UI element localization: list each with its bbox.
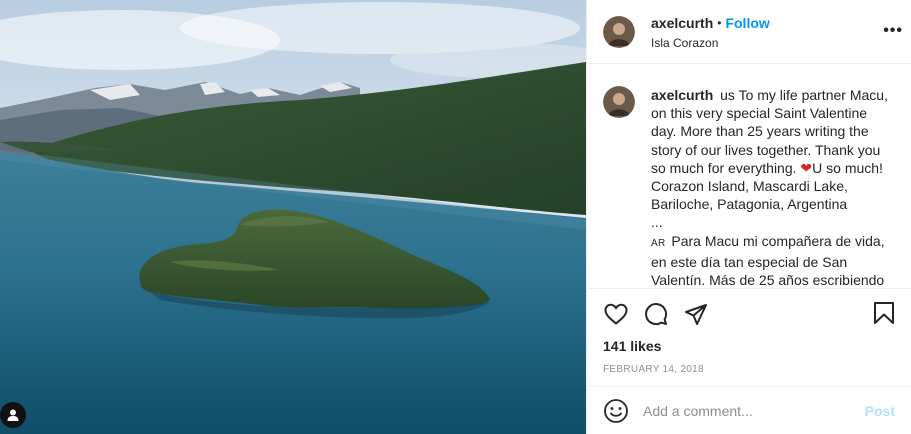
speech-bubble-icon[interactable]	[643, 301, 669, 327]
post-container: axelcurth • Follow Isla Corazon ••• axel…	[0, 0, 911, 434]
post-actions: 141 likes FEBRUARY 14, 2018	[587, 288, 911, 386]
caption-spanish: Para Macu mi compañera de vida, en este …	[651, 232, 885, 288]
follow-button[interactable]: Follow	[725, 15, 769, 31]
landscape-image	[0, 0, 586, 434]
paper-plane-icon[interactable]	[683, 301, 709, 327]
separator-dot: •	[717, 16, 722, 30]
post-date[interactable]: FEBRUARY 14, 2018	[603, 364, 895, 375]
bookmark-icon[interactable]	[873, 301, 895, 330]
username-link[interactable]: axelcurth	[651, 15, 713, 31]
post-header: axelcurth • Follow Isla Corazon •••	[587, 0, 911, 64]
avatar[interactable]	[603, 86, 635, 118]
caption-ellipsis: ...	[651, 214, 663, 231]
more-options-icon[interactable]: •••	[883, 22, 903, 40]
comment-input[interactable]: Add a comment...	[643, 403, 865, 419]
post-side-panel: axelcurth • Follow Isla Corazon ••• axel…	[586, 0, 911, 434]
caption-username[interactable]: axelcurth	[651, 87, 713, 103]
post-caption: axelcurth us To my life partner Macu, on…	[651, 86, 895, 288]
post-comment-button[interactable]: Post	[865, 403, 895, 419]
user-tag-icon[interactable]	[0, 402, 26, 428]
smiley-icon[interactable]	[603, 398, 629, 424]
add-comment-bar: Add a comment... Post	[587, 386, 911, 434]
heart-outline-icon[interactable]	[603, 301, 629, 327]
likes-count[interactable]: 141 likes	[603, 338, 895, 354]
post-photo[interactable]	[0, 0, 586, 434]
location-link[interactable]: Isla Corazon	[651, 36, 770, 50]
ar-flag-label: AR	[651, 237, 666, 249]
heart-emoji: ❤	[800, 159, 813, 176]
comments-section: axelcurth us To my life partner Macu, on…	[587, 64, 911, 288]
avatar[interactable]	[603, 15, 635, 48]
